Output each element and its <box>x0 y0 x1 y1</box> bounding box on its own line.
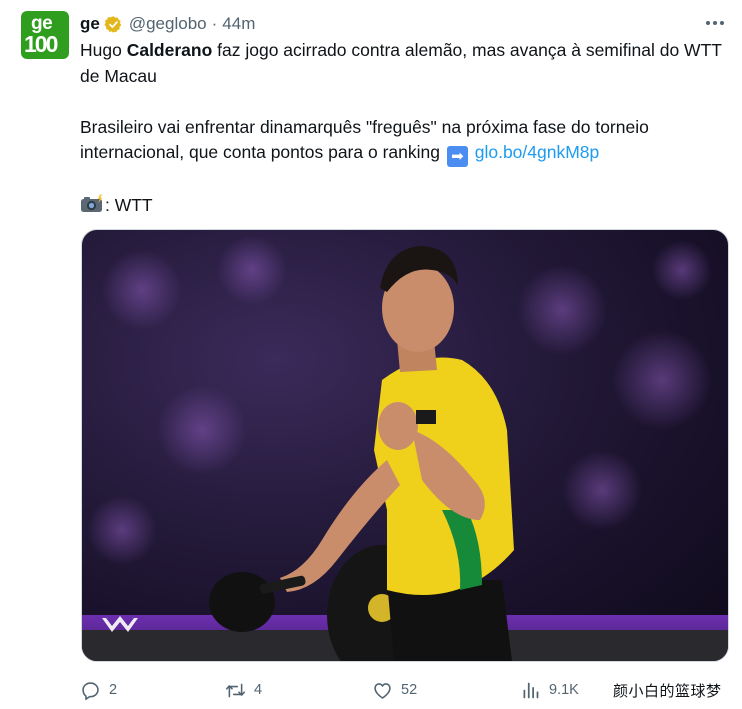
tweet-summary: Brasileiro vai enfrentar dinamarquês "fr… <box>80 116 649 167</box>
avatar[interactable]: ge 100 <box>21 11 69 59</box>
tweet-card[interactable]: ge 100 ge @geglobo · 44m Hugo Calderano … <box>0 0 742 709</box>
tweet-text: Hugo Calderano faz jogo acirrado contra … <box>80 38 730 218</box>
retweet-button[interactable]: 4 <box>225 676 262 704</box>
author-name[interactable]: ge <box>80 14 100 34</box>
more-dots-icon[interactable] <box>702 13 728 33</box>
camera-flash-emoji <box>81 194 103 212</box>
reply-icon <box>82 681 99 700</box>
views-button[interactable]: 9.1K <box>520 676 579 704</box>
tweet-photo[interactable] <box>81 229 729 662</box>
watermark-text: 颜小白的篮球梦 <box>613 683 722 700</box>
photo-athlete-illustration <box>82 235 728 661</box>
tweet-headline: Hugo Calderano faz jogo acirrado contra … <box>80 40 722 86</box>
like-button[interactable]: 52 <box>372 676 417 704</box>
reply-button[interactable]: 2 <box>80 676 117 704</box>
avatar-logo-bottom: 100 <box>24 31 58 57</box>
verified-badge-icon <box>104 15 122 33</box>
tweet-timestamp[interactable]: 44m <box>222 14 255 34</box>
retweet-count: 4 <box>254 682 263 698</box>
right-arrow-emoji: ➡ <box>446 146 468 167</box>
views-chart-icon <box>523 682 539 698</box>
tweet-link[interactable]: glo.bo/4gnkM8p <box>475 142 600 162</box>
header-separator: · <box>211 14 218 33</box>
tweet-header: ge @geglobo · 44m <box>80 12 255 36</box>
retweet-icon <box>225 683 246 697</box>
author-handle[interactable]: @geglobo <box>129 14 207 34</box>
view-count: 9.1K <box>549 682 579 698</box>
reply-count: 2 <box>109 682 118 698</box>
like-count: 52 <box>401 682 418 698</box>
photo-credit: : WTT <box>80 193 730 219</box>
heart-icon <box>374 682 391 699</box>
headline-bold-name: Calderano <box>126 40 213 60</box>
